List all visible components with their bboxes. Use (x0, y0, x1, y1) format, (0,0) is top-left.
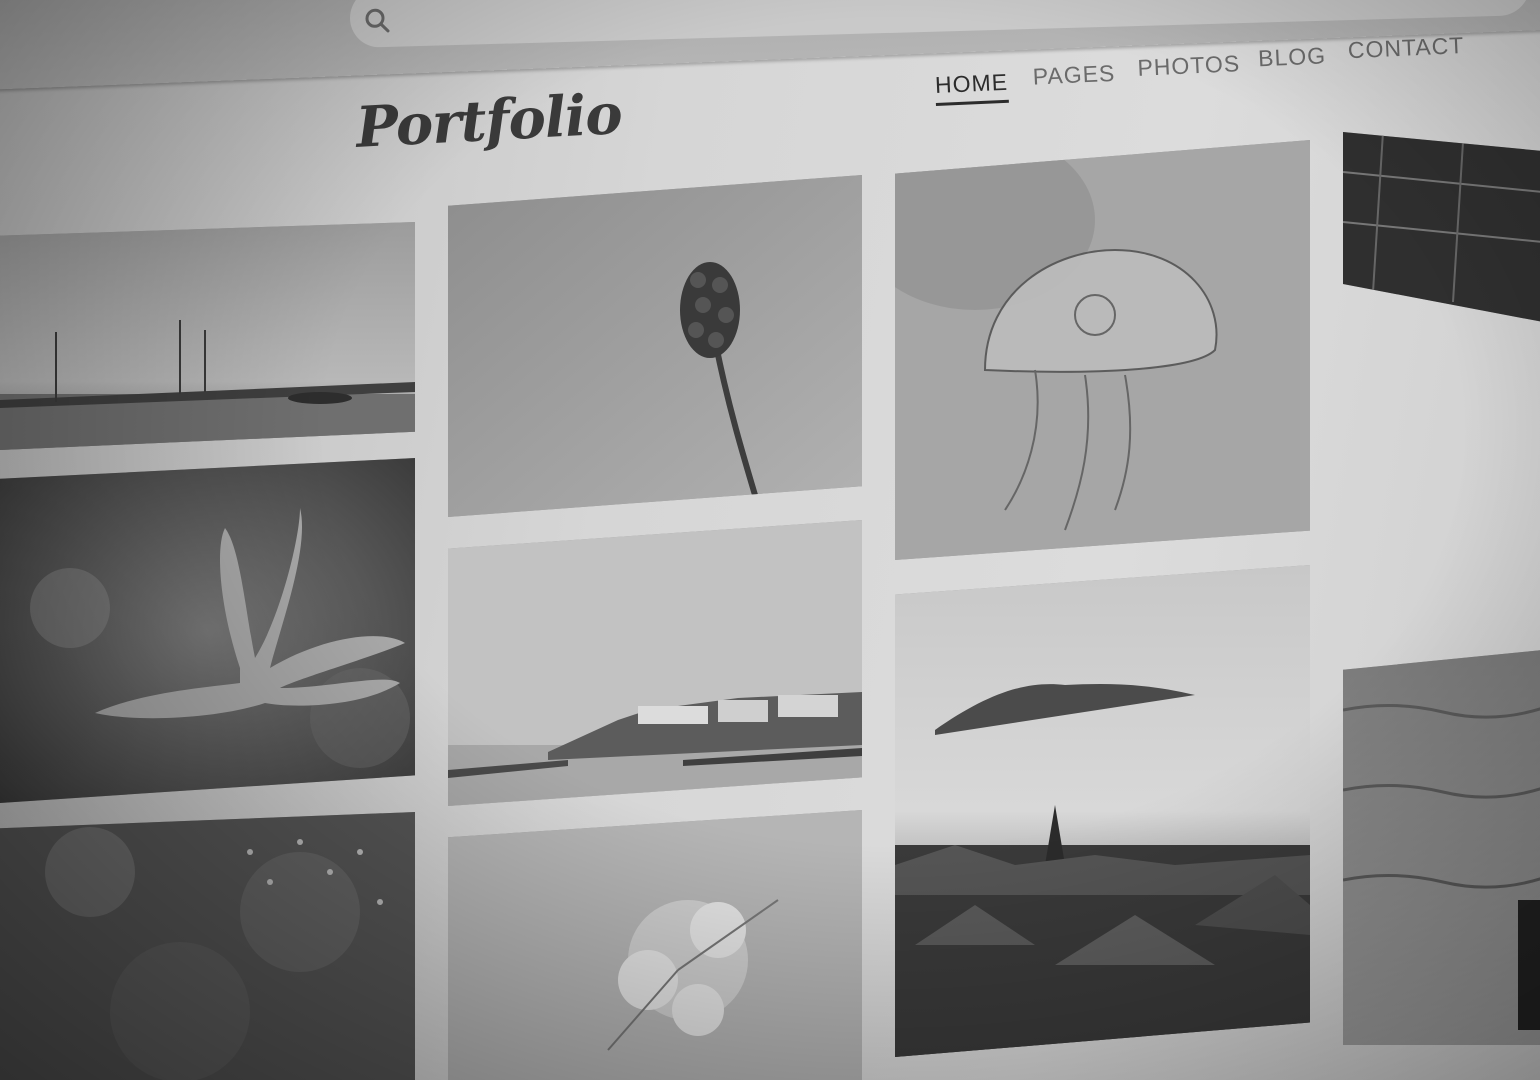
starfish-image (0, 458, 415, 803)
nav-item-home[interactable]: HOME (934, 69, 1008, 99)
blossom-image (448, 810, 862, 1080)
search-icon[interactable] (364, 7, 390, 34)
water-drops-image (0, 812, 415, 1080)
photo-tile-flower[interactable] (448, 175, 862, 517)
photo-tile-structure[interactable] (1343, 132, 1540, 322)
photo-tile-jellyfish[interactable] (895, 140, 1310, 560)
browser-viewport: Portfolio HOME PAGES PHOTOS BLOG CONTACT (0, 0, 1540, 1080)
site-logo[interactable]: Portfolio (354, 81, 623, 161)
nav-item-pages[interactable]: PAGES (1032, 60, 1116, 91)
nav-item-photos[interactable]: PHOTOS (1137, 50, 1241, 82)
photo-tile-water-drops[interactable] (0, 812, 415, 1080)
nav-item-blog[interactable]: BLOG (1258, 42, 1327, 72)
jellyfish-image (895, 140, 1310, 560)
photo-tile-blossom[interactable] (448, 810, 862, 1080)
photo-tile-sailboats[interactable] (0, 222, 415, 450)
nav-item-contact[interactable]: CONTACT (1347, 32, 1465, 64)
coastal-town-image (448, 520, 862, 806)
flower-image (448, 175, 862, 517)
sailboats-image (0, 222, 415, 450)
structure-image (1343, 132, 1540, 322)
photo-tile-foggy-village[interactable] (895, 565, 1310, 1057)
photo-tile-starfish[interactable] (0, 458, 415, 803)
foggy-village-image (895, 565, 1310, 1057)
sea-image (1343, 650, 1540, 1045)
photo-tile-sea[interactable] (1343, 650, 1540, 1045)
photo-tile-coastal-town[interactable] (448, 520, 862, 806)
